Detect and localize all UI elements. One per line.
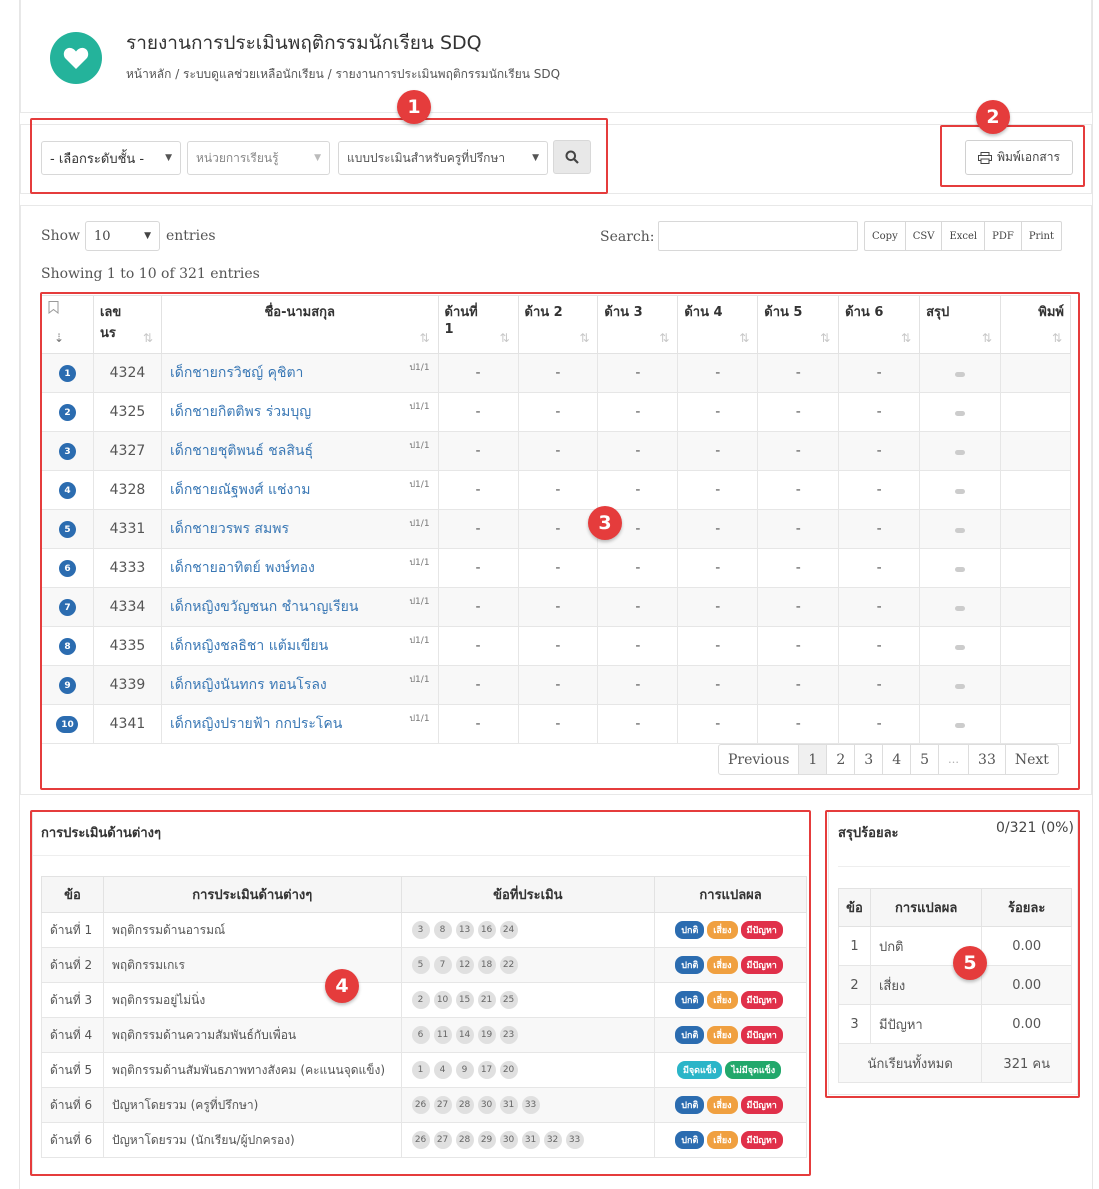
annotation-box-table <box>40 292 1080 790</box>
page-title: รายงานการประเมินพฤติกรรมนักเรียน SDQ <box>126 32 482 54</box>
show-label: Show <box>41 228 81 244</box>
search-label: Search: <box>600 229 655 245</box>
print-button[interactable]: Print <box>1020 222 1061 250</box>
annotation-marker-4: 4 <box>325 969 359 1003</box>
entries-value: 10 <box>94 228 111 244</box>
export-buttons: Copy CSV Excel PDF Print <box>864 221 1062 251</box>
annotation-box-filters <box>30 118 608 194</box>
table-info: Showing 1 to 10 of 321 entries <box>41 266 260 282</box>
entries-select[interactable]: 10 ▼ <box>85 221 160 251</box>
annotation-box-evaluation <box>30 810 811 1176</box>
annotation-box-summary <box>825 810 1080 1098</box>
annotation-marker-1: 1 <box>397 90 431 124</box>
right-border <box>1092 0 1093 1189</box>
annotation-marker-2: 2 <box>976 100 1010 134</box>
heart-icon <box>50 32 102 84</box>
annotation-marker-5: 5 <box>953 946 987 980</box>
excel-button[interactable]: Excel <box>941 222 984 250</box>
annotation-box-print <box>940 125 1085 187</box>
chevron-down-icon: ▼ <box>144 231 151 241</box>
page: รายงานการประเมินพฤติกรรมนักเรียน SDQ หน้… <box>0 0 1099 1189</box>
annotation-marker-3: 3 <box>588 506 622 540</box>
copy-button[interactable]: Copy <box>865 222 905 250</box>
csv-button[interactable]: CSV <box>904 222 942 250</box>
entries-label: entries <box>166 228 216 244</box>
pdf-button[interactable]: PDF <box>984 222 1021 250</box>
breadcrumb[interactable]: หน้าหลัก / ระบบดูแลช่วยเหลือนักเรียน / ร… <box>126 65 560 84</box>
table-search-input[interactable] <box>658 221 858 251</box>
